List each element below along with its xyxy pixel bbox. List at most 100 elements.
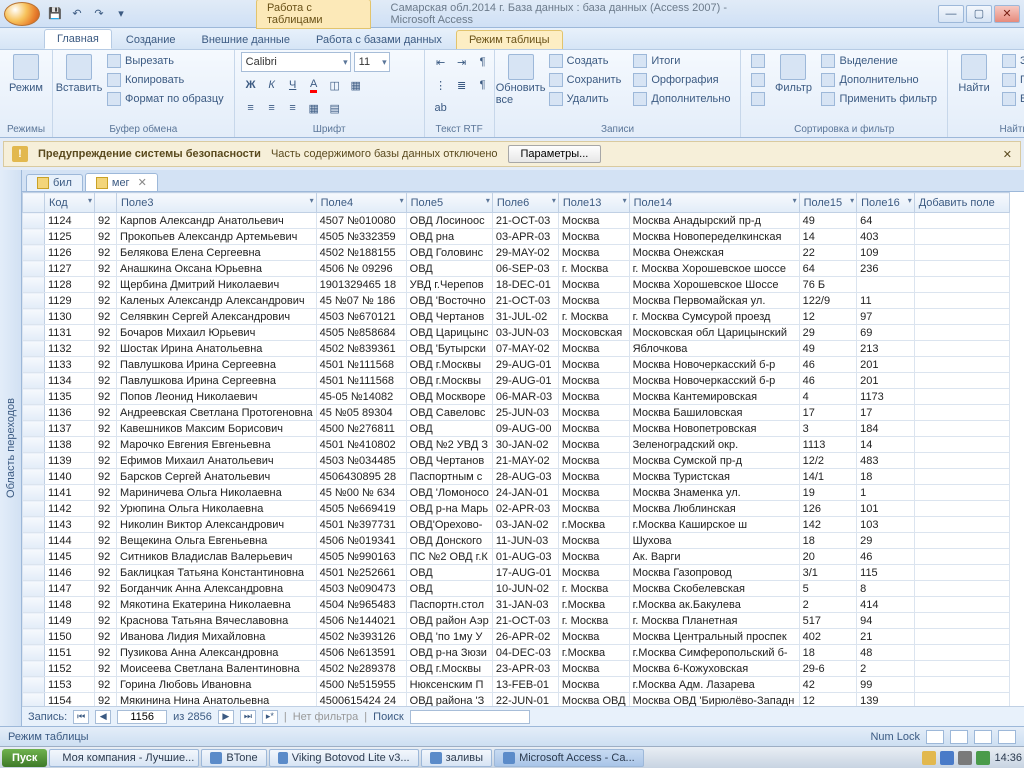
cell[interactable]: 3 bbox=[799, 421, 857, 437]
table-row[interactable]: 112892Щербина Дмитрий Николаевич19013294… bbox=[23, 277, 1010, 293]
row-selector[interactable] bbox=[23, 293, 45, 309]
last-record-button[interactable]: ⏭ bbox=[240, 710, 256, 724]
cell[interactable]: г.Москва Симферопольский б- bbox=[629, 645, 799, 661]
row-selector[interactable] bbox=[23, 405, 45, 421]
office-button[interactable] bbox=[4, 2, 40, 26]
cell[interactable]: 126 bbox=[799, 501, 857, 517]
cell[interactable]: Москва bbox=[558, 437, 629, 453]
cell[interactable]: 92 bbox=[95, 629, 117, 645]
underline-button[interactable]: Ч bbox=[283, 75, 303, 95]
undo-icon[interactable]: ↶ bbox=[68, 5, 86, 23]
cell[interactable]: 48 bbox=[857, 645, 915, 661]
cell[interactable]: Москва Сумской пр-д bbox=[629, 453, 799, 469]
cell[interactable]: 1129 bbox=[45, 293, 95, 309]
cell[interactable]: 4507 №010080 bbox=[316, 213, 406, 229]
cell[interactable]: 184 bbox=[857, 421, 915, 437]
cell[interactable]: 22 bbox=[799, 245, 857, 261]
cell[interactable]: 1138 bbox=[45, 437, 95, 453]
cell[interactable]: ПС №2 ОВД г.К bbox=[406, 549, 492, 565]
cell[interactable]: 45 №05 89304 bbox=[316, 405, 406, 421]
cell[interactable]: 1130 bbox=[45, 309, 95, 325]
cell[interactable]: 4506 №019341 bbox=[316, 533, 406, 549]
cell[interactable]: ОВД bbox=[406, 421, 492, 437]
cell[interactable]: г. Москва bbox=[558, 613, 629, 629]
table-row[interactable]: 112492Карпов Александр Анатольевич4507 №… bbox=[23, 213, 1010, 229]
cell[interactable]: 1124 bbox=[45, 213, 95, 229]
column-dropdown-icon[interactable]: ▾ bbox=[850, 196, 854, 205]
cell[interactable]: Мякотина Екатерина Николаевна bbox=[117, 597, 317, 613]
refresh-all-button[interactable]: Обновить все bbox=[501, 52, 541, 108]
sort-asc-button[interactable] bbox=[747, 52, 769, 69]
tab-home[interactable]: Главная bbox=[44, 29, 112, 49]
column-header[interactable]: Код▾ bbox=[45, 193, 95, 213]
next-record-button[interactable]: ▶ bbox=[218, 710, 234, 724]
sort-desc-button[interactable] bbox=[747, 71, 769, 88]
cell[interactable]: 29 bbox=[799, 325, 857, 341]
cell[interactable]: ОВД 'Бутырски bbox=[406, 341, 492, 357]
row-selector[interactable] bbox=[23, 549, 45, 565]
cell[interactable]: 1151 bbox=[45, 645, 95, 661]
cell[interactable]: Москва Туристская bbox=[629, 469, 799, 485]
cell[interactable]: Прокопьев Александр Артемьевич bbox=[117, 229, 317, 245]
cell[interactable]: 29 bbox=[857, 533, 915, 549]
column-dropdown-icon[interactable]: ▾ bbox=[552, 196, 556, 205]
column-dropdown-icon[interactable]: ▾ bbox=[908, 196, 912, 205]
cell[interactable]: 11-JUN-03 bbox=[492, 533, 558, 549]
highlight-button[interactable]: ab bbox=[431, 98, 451, 118]
close-icon[interactable]: ✕ bbox=[138, 176, 147, 189]
row-selector[interactable] bbox=[23, 693, 45, 707]
cell[interactable]: 03-JUN-03 bbox=[492, 325, 558, 341]
cell[interactable]: Москва Люблинская bbox=[629, 501, 799, 517]
select-button[interactable]: Выбрать bbox=[998, 90, 1024, 107]
cell[interactable]: 4505 №858684 bbox=[316, 325, 406, 341]
cell[interactable]: Москва Хорошевское Шоссе bbox=[629, 277, 799, 293]
security-close-button[interactable]: ✕ bbox=[1003, 148, 1012, 161]
cell[interactable]: 103 bbox=[857, 517, 915, 533]
column-dropdown-icon[interactable]: ▾ bbox=[793, 196, 797, 205]
paste-button[interactable]: Вставить bbox=[59, 52, 99, 96]
cell[interactable]: Краснова Татьяна Вячеславовна bbox=[117, 613, 317, 629]
cell[interactable]: 1135 bbox=[45, 389, 95, 405]
cell[interactable]: 92 bbox=[95, 325, 117, 341]
table-row[interactable]: 113692Андреевская Светлана Протогеновна4… bbox=[23, 405, 1010, 421]
cell[interactable]: г. Москва bbox=[558, 261, 629, 277]
row-selector[interactable] bbox=[23, 453, 45, 469]
cell[interactable]: 02-APR-03 bbox=[492, 501, 558, 517]
table-row[interactable]: 115292Моисеева Светлана Валентиновна4502… bbox=[23, 661, 1010, 677]
cell[interactable]: Москва Газопровод bbox=[629, 565, 799, 581]
row-selector[interactable] bbox=[23, 581, 45, 597]
tab-db-tools[interactable]: Работа с базами данных bbox=[304, 31, 454, 49]
cell[interactable]: Москва bbox=[558, 389, 629, 405]
cell[interactable]: 14 bbox=[857, 437, 915, 453]
cell[interactable]: 2 bbox=[857, 661, 915, 677]
cell[interactable]: ОВД г.Москвы bbox=[406, 357, 492, 373]
row-selector[interactable] bbox=[23, 373, 45, 389]
cell[interactable]: Баклицкая Татьяна Константиновна bbox=[117, 565, 317, 581]
column-dropdown-icon[interactable]: ▾ bbox=[400, 196, 404, 205]
cell[interactable]: 402 bbox=[799, 629, 857, 645]
navigation-pane-collapsed[interactable]: Область переходов bbox=[0, 170, 22, 726]
cell[interactable]: Москва bbox=[558, 341, 629, 357]
cell[interactable]: 20 bbox=[799, 549, 857, 565]
font-color-button[interactable]: А bbox=[304, 75, 324, 95]
table-row[interactable]: 114092Барсков Сергей Анатольевич45064308… bbox=[23, 469, 1010, 485]
rtl-button[interactable]: ¶ bbox=[473, 75, 493, 95]
cell[interactable]: 12 bbox=[799, 693, 857, 707]
table-row[interactable]: 115092Иванова Лидия Михайловна4502 №3931… bbox=[23, 629, 1010, 645]
column-header[interactable]: Поле3▾ bbox=[117, 193, 317, 213]
cell[interactable]: 1147 bbox=[45, 581, 95, 597]
cell[interactable]: Каленых Александр Александрович bbox=[117, 293, 317, 309]
taskbar-item[interactable]: Моя компания - Лучшие... bbox=[49, 749, 199, 767]
cell[interactable]: 213 bbox=[857, 341, 915, 357]
design-view-button[interactable] bbox=[998, 730, 1016, 744]
cell[interactable]: Пузикова Анна Александровна bbox=[117, 645, 317, 661]
cell[interactable]: Селявкин Сергей Александрович bbox=[117, 309, 317, 325]
cell[interactable]: ОВД Чертанов bbox=[406, 453, 492, 469]
cell[interactable]: 12 bbox=[799, 309, 857, 325]
cell[interactable]: 97 bbox=[857, 309, 915, 325]
cell[interactable]: 92 bbox=[95, 661, 117, 677]
cell[interactable]: 22-JUN-01 bbox=[492, 693, 558, 707]
column-header[interactable]: Поле16▾ bbox=[857, 193, 915, 213]
cell[interactable]: 1149 bbox=[45, 613, 95, 629]
cell[interactable]: 49 bbox=[799, 213, 857, 229]
